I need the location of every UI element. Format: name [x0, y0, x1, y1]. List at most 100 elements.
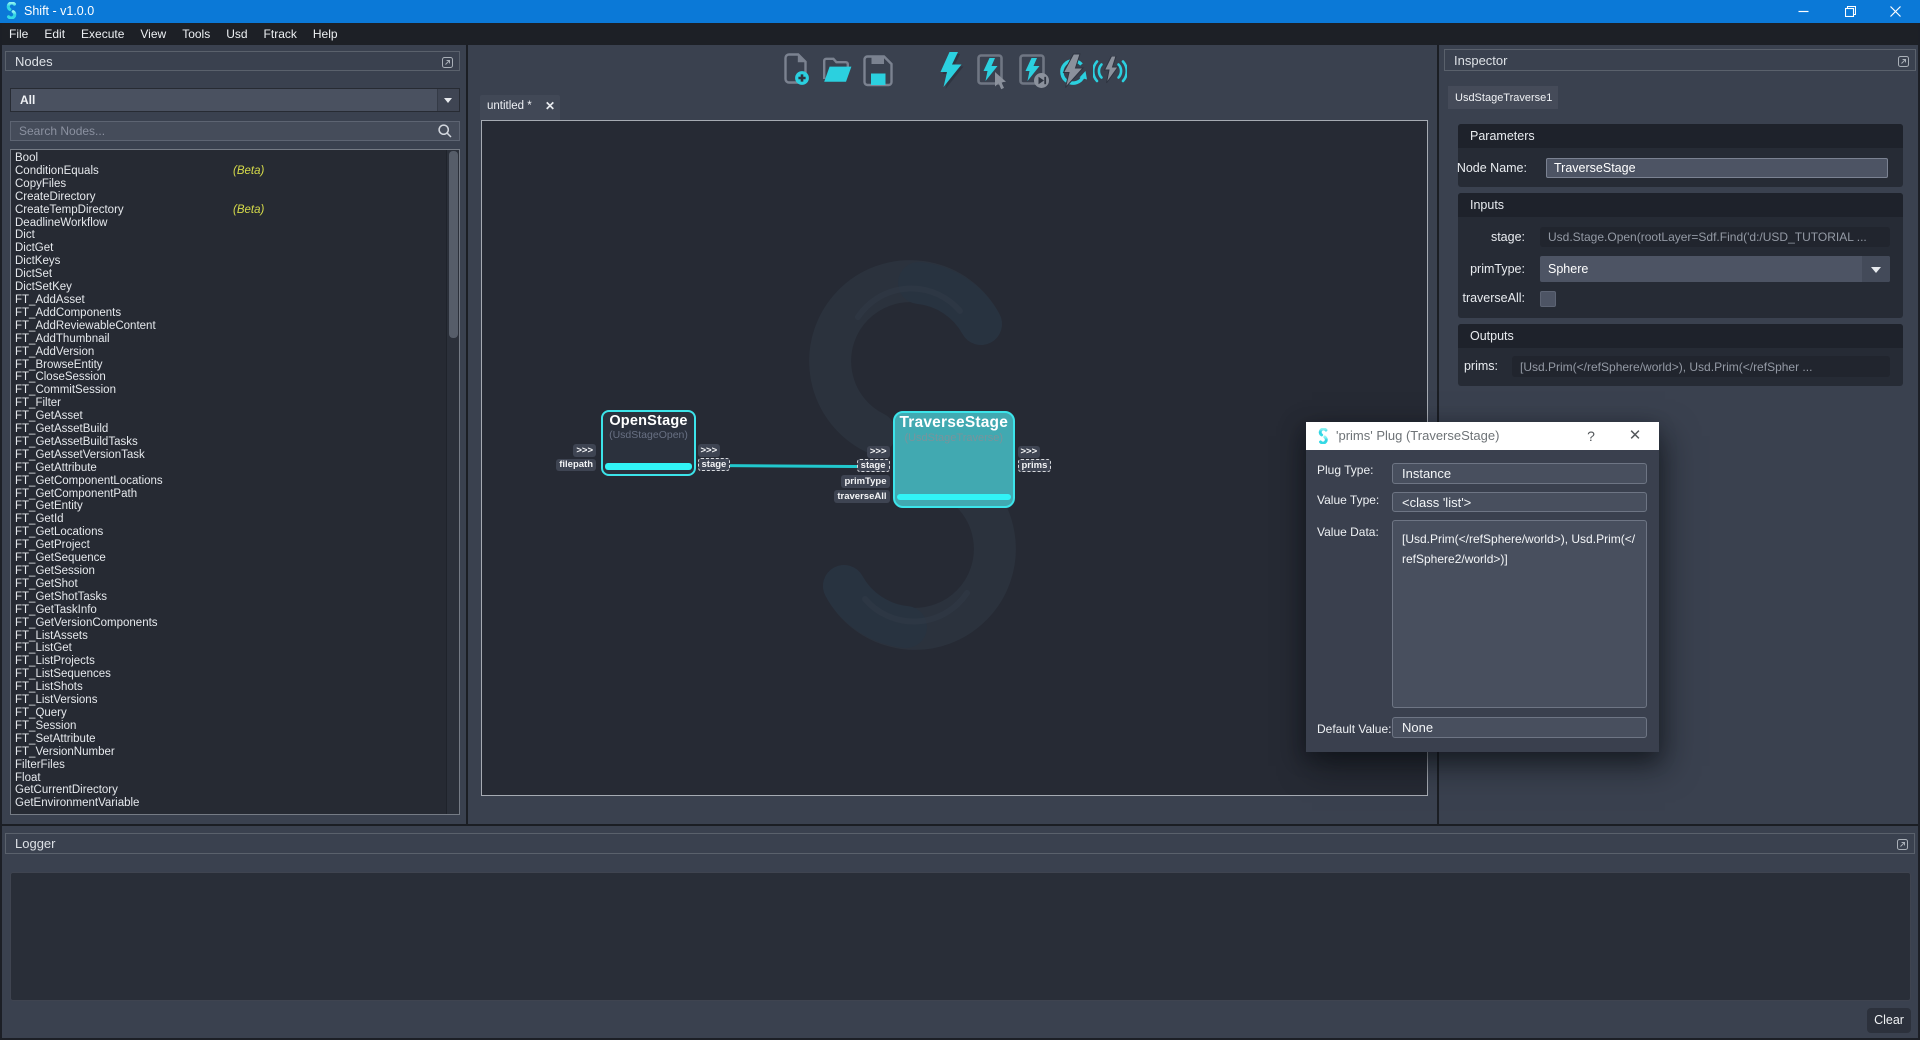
- live-execute-icon[interactable]: [1093, 56, 1127, 92]
- node-list-item[interactable]: FT_CommitSession: [11, 384, 459, 397]
- node-list-item[interactable]: FT_Filter: [11, 397, 459, 410]
- node-list-item[interactable]: FT_CloseSession: [11, 371, 459, 384]
- node-list-item[interactable]: CopyFiles: [11, 178, 459, 191]
- node-list-item[interactable]: Float: [11, 772, 459, 785]
- node-list-item[interactable]: FT_ListSequences: [11, 668, 459, 681]
- node-list-item[interactable]: FT_GetAssetBuildTasks: [11, 436, 459, 449]
- node-list-item[interactable]: FT_ListGet: [11, 642, 459, 655]
- value-data-field[interactable]: [Usd.Prim(</refSphere/world>), Usd.Prim(…: [1392, 520, 1647, 708]
- search-nodes-input[interactable]: Search Nodes...: [10, 121, 460, 141]
- node-list-item[interactable]: FilterFiles: [11, 759, 459, 772]
- editor-tab-close-icon[interactable]: ✕: [545, 99, 555, 113]
- node-list-item[interactable]: FT_VersionNumber: [11, 746, 459, 759]
- node-list-item[interactable]: FT_GetLocations: [11, 526, 459, 539]
- node-list-item[interactable]: FT_GetComponentPath: [11, 488, 459, 501]
- splitter-left[interactable]: [466, 45, 468, 824]
- input-port-primType[interactable]: primType: [841, 475, 889, 488]
- clear-log-button[interactable]: Clear: [1867, 1008, 1911, 1033]
- open-folder-icon[interactable]: [822, 56, 853, 92]
- node-list-item[interactable]: FT_Query: [11, 707, 459, 720]
- node-list-item[interactable]: FT_GetId: [11, 513, 459, 526]
- node-list-item[interactable]: FT_GetEntity: [11, 500, 459, 513]
- node-list-item[interactable]: FT_ListShots: [11, 681, 459, 694]
- node-list-item[interactable]: FT_GetAssetVersionTask: [11, 449, 459, 462]
- node-list-item[interactable]: FT_GetProject: [11, 539, 459, 552]
- node-list-item[interactable]: FT_GetShotTasks: [11, 591, 459, 604]
- node-list-item[interactable]: FT_ListVersions: [11, 694, 459, 707]
- node-graph-canvas[interactable]: OpenStage(UsdStageOpen)>>>filepath>>>sta…: [481, 120, 1428, 796]
- menu-ftrack[interactable]: Ftrack: [256, 23, 305, 45]
- input-port-stage[interactable]: stage: [857, 459, 890, 473]
- new-file-icon[interactable]: [784, 53, 809, 91]
- node-list-item[interactable]: Bool: [11, 152, 459, 165]
- node-list-item[interactable]: DeadlineWorkflow: [11, 217, 459, 230]
- menu-execute[interactable]: Execute: [73, 23, 132, 45]
- node-list-item[interactable]: FT_AddReviewableContent: [11, 320, 459, 333]
- graph-node-openstage[interactable]: OpenStage(UsdStageOpen): [601, 410, 696, 476]
- inspector-field-primType[interactable]: Sphere: [1540, 256, 1890, 282]
- inspector-field-traverseAll[interactable]: [1540, 291, 1556, 307]
- minimize-button[interactable]: [1781, 0, 1826, 23]
- logger-output[interactable]: [10, 872, 1911, 1001]
- inspector-node-tab[interactable]: UsdStageTraverse1: [1448, 86, 1558, 109]
- node-list-item[interactable]: CreateTempDirectory(Beta): [11, 204, 459, 217]
- node-filter-select[interactable]: All: [10, 88, 460, 112]
- node-list-item[interactable]: FT_ListProjects: [11, 655, 459, 668]
- plug-dialog-titlebar[interactable]: 'prims' Plug (TraverseStage) ? ✕: [1306, 422, 1659, 450]
- input-port-exec[interactable]: >>>: [573, 444, 596, 457]
- node-list-item[interactable]: FT_ListAssets: [11, 630, 459, 643]
- node-list-item[interactable]: Dict: [11, 229, 459, 242]
- node-list-item[interactable]: FT_GetSequence: [11, 552, 459, 565]
- node-list-item[interactable]: DictGet: [11, 242, 459, 255]
- node-list-item[interactable]: FT_GetAttribute: [11, 462, 459, 475]
- close-window-button[interactable]: [1873, 0, 1918, 23]
- node-list-item[interactable]: FT_Session: [11, 720, 459, 733]
- node-list-item[interactable]: FT_GetSession: [11, 565, 459, 578]
- node-list-item[interactable]: FT_AddVersion: [11, 346, 459, 359]
- node-list-item[interactable]: FT_GetVersionComponents: [11, 617, 459, 630]
- node-list-item[interactable]: DictSetKey: [11, 281, 459, 294]
- editor-tab[interactable]: untitled * ✕: [480, 95, 560, 120]
- menu-usd[interactable]: Usd: [218, 23, 255, 45]
- node-list-item[interactable]: ConditionEquals(Beta): [11, 165, 459, 178]
- menu-edit[interactable]: Edit: [36, 23, 73, 45]
- input-port-exec[interactable]: >>>: [867, 446, 890, 459]
- node-list-item[interactable]: FT_BrowseEntity: [11, 359, 459, 372]
- output-port-prims[interactable]: prims: [1018, 459, 1052, 473]
- dialog-help-button[interactable]: ?: [1581, 422, 1601, 450]
- nodes-undock-icon[interactable]: [442, 56, 453, 67]
- save-icon[interactable]: [863, 55, 893, 92]
- refresh-execute-icon[interactable]: [1056, 53, 1087, 95]
- node-list-item[interactable]: FT_GetAssetBuild: [11, 423, 459, 436]
- node-list-item[interactable]: FT_GetShot: [11, 578, 459, 591]
- output-port-exec[interactable]: >>>: [1018, 446, 1041, 459]
- node-list-item[interactable]: GetCurrentDirectory: [11, 784, 459, 797]
- input-port-traverseAll[interactable]: traverseAll: [834, 490, 889, 503]
- menu-tools[interactable]: Tools: [174, 23, 218, 45]
- graph-node-traversestage[interactable]: TraverseStage(UsdStageTraverse): [893, 411, 1015, 508]
- menu-view[interactable]: View: [132, 23, 174, 45]
- execute-to-node-icon[interactable]: [1018, 53, 1050, 95]
- node-list-item[interactable]: DictSet: [11, 268, 459, 281]
- output-port-exec[interactable]: >>>: [698, 444, 721, 457]
- input-port-filepath[interactable]: filepath: [556, 459, 596, 472]
- node-list-item[interactable]: FT_GetTaskInfo: [11, 604, 459, 617]
- inspector-undock-icon[interactable]: [1898, 55, 1909, 66]
- node-list-item[interactable]: FT_AddAsset: [11, 294, 459, 307]
- node-list-item[interactable]: DictKeys: [11, 255, 459, 268]
- node-list-item[interactable]: GetEnvironmentVariable: [11, 797, 459, 810]
- restore-button[interactable]: [1828, 0, 1873, 23]
- menu-file[interactable]: File: [1, 23, 36, 45]
- execute-icon[interactable]: [939, 52, 964, 94]
- logger-undock-icon[interactable]: [1897, 838, 1908, 849]
- node-list-item[interactable]: CreateDirectory: [11, 191, 459, 204]
- output-port-stage[interactable]: stage: [698, 458, 731, 472]
- node-list-item[interactable]: FT_SetAttribute: [11, 733, 459, 746]
- node-list-item[interactable]: FT_GetAsset: [11, 410, 459, 423]
- dialog-close-button[interactable]: ✕: [1625, 422, 1645, 450]
- node-list-item[interactable]: FT_AddThumbnail: [11, 333, 459, 346]
- node-list-item[interactable]: FT_AddComponents: [11, 307, 459, 320]
- execute-selected-icon[interactable]: [976, 53, 1009, 95]
- node-list-item[interactable]: FT_GetComponentLocations: [11, 475, 459, 488]
- inspector-field-node_name[interactable]: TraverseStage: [1546, 158, 1888, 178]
